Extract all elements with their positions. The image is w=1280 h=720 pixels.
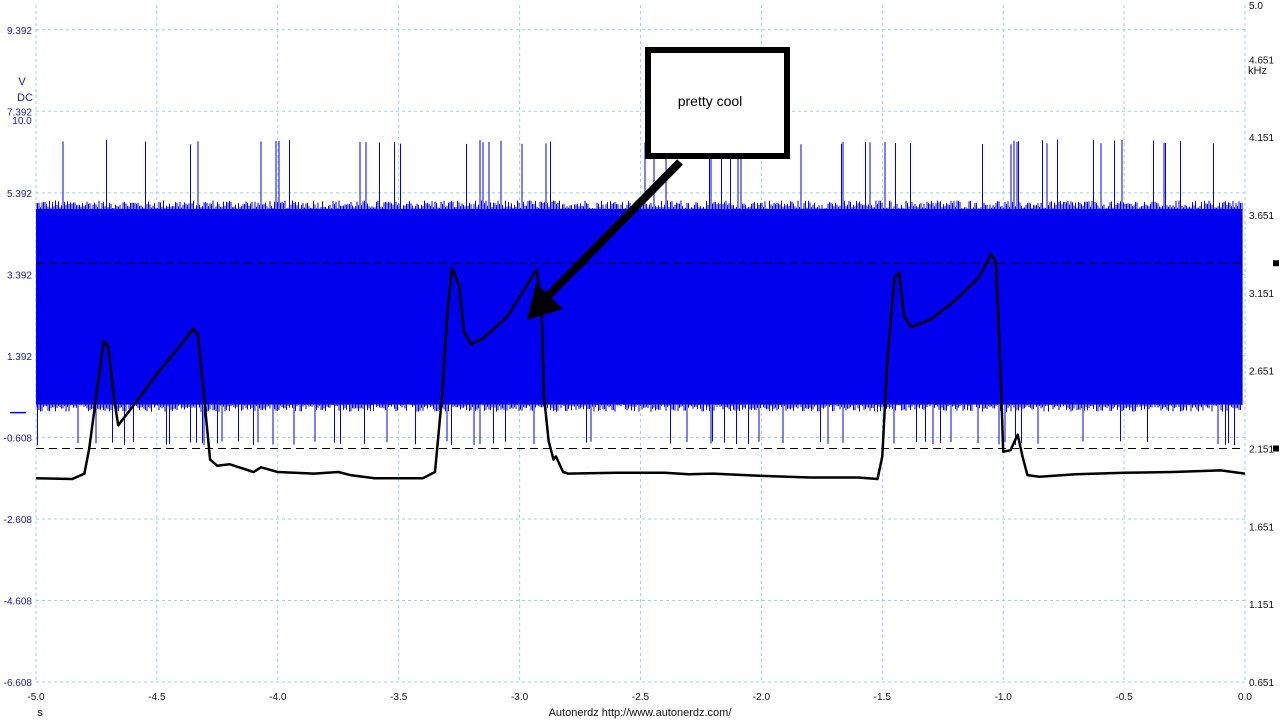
oscilloscope-chart: V DC 10.0 9.3927.3925.3923.3921.392-0.60… <box>4 1 1279 719</box>
left-axis-unit: V <box>18 76 26 88</box>
left-axis-coupling: DC <box>17 92 33 104</box>
voltage-trace <box>36 139 1243 446</box>
x-tick-label: -3.5 <box>390 692 408 703</box>
voltage-spikes-lower <box>36 404 1243 446</box>
trigger-level-marker <box>1273 260 1279 267</box>
left-axis: V DC 10.0 9.3927.3925.3923.3921.392-0.60… <box>4 26 33 689</box>
y-right-tick-label: 4.651 <box>1249 55 1274 66</box>
y-left-tick-label: 9.392 <box>7 26 32 37</box>
x-tick-label: -2.0 <box>753 692 771 703</box>
y-left-tick-label: -4.608 <box>4 596 33 607</box>
x-tick-label: -0.5 <box>1115 692 1133 703</box>
right-axis: kHz 5.0 4.651 4.151 3.651 3.151 2.651 2.151 1.6… <box>1248 1 1274 689</box>
x-tick-label: -1.0 <box>995 692 1013 703</box>
x-tick-label: -2.5 <box>632 692 650 703</box>
x-tick-label: -1.5 <box>874 692 892 703</box>
y-left-tick-label: -6.608 <box>4 678 33 689</box>
right-axis-unit: kHz <box>1248 65 1267 77</box>
y-left-tick-label: -2.608 <box>4 515 33 526</box>
y-right-tick-label: 2.151 <box>1249 444 1274 455</box>
y-left-tick-label: 5.392 <box>7 189 32 200</box>
y-right-tick-label: 1.151 <box>1249 600 1274 611</box>
y-right-tick-label: 5.0 <box>1249 1 1263 12</box>
y-right-tick-label: 3.651 <box>1249 211 1274 222</box>
x-tick-label: -5.0 <box>27 692 45 703</box>
y-right-tick-label: 3.151 <box>1249 289 1274 300</box>
x-tick-label: -4.0 <box>269 692 287 703</box>
x-tick-label: -3.0 <box>511 692 529 703</box>
y-right-tick-label: 4.151 <box>1249 133 1274 144</box>
x-tick-label: -4.5 <box>148 692 166 703</box>
y-right-tick-label: 0.651 <box>1249 678 1274 689</box>
y-left-tick-label: 1.392 <box>7 352 32 363</box>
x-axis-unit: s <box>37 707 43 719</box>
x-tick-label: 0.0 <box>1238 692 1252 703</box>
y-left-tick-label: 3.392 <box>7 270 32 281</box>
y-right-tick-label: 2.651 <box>1249 367 1274 378</box>
annotation-text: pretty cool <box>678 93 743 109</box>
y-left-tick-label: 7.392 <box>7 107 32 118</box>
footer-credit: Autonerdz http://www.autonerdz.com/ <box>549 707 733 719</box>
y-left-tick-label: -0.608 <box>4 433 33 444</box>
y-right-tick-label: 1.651 <box>1249 522 1274 533</box>
voltage-band <box>36 208 1243 405</box>
